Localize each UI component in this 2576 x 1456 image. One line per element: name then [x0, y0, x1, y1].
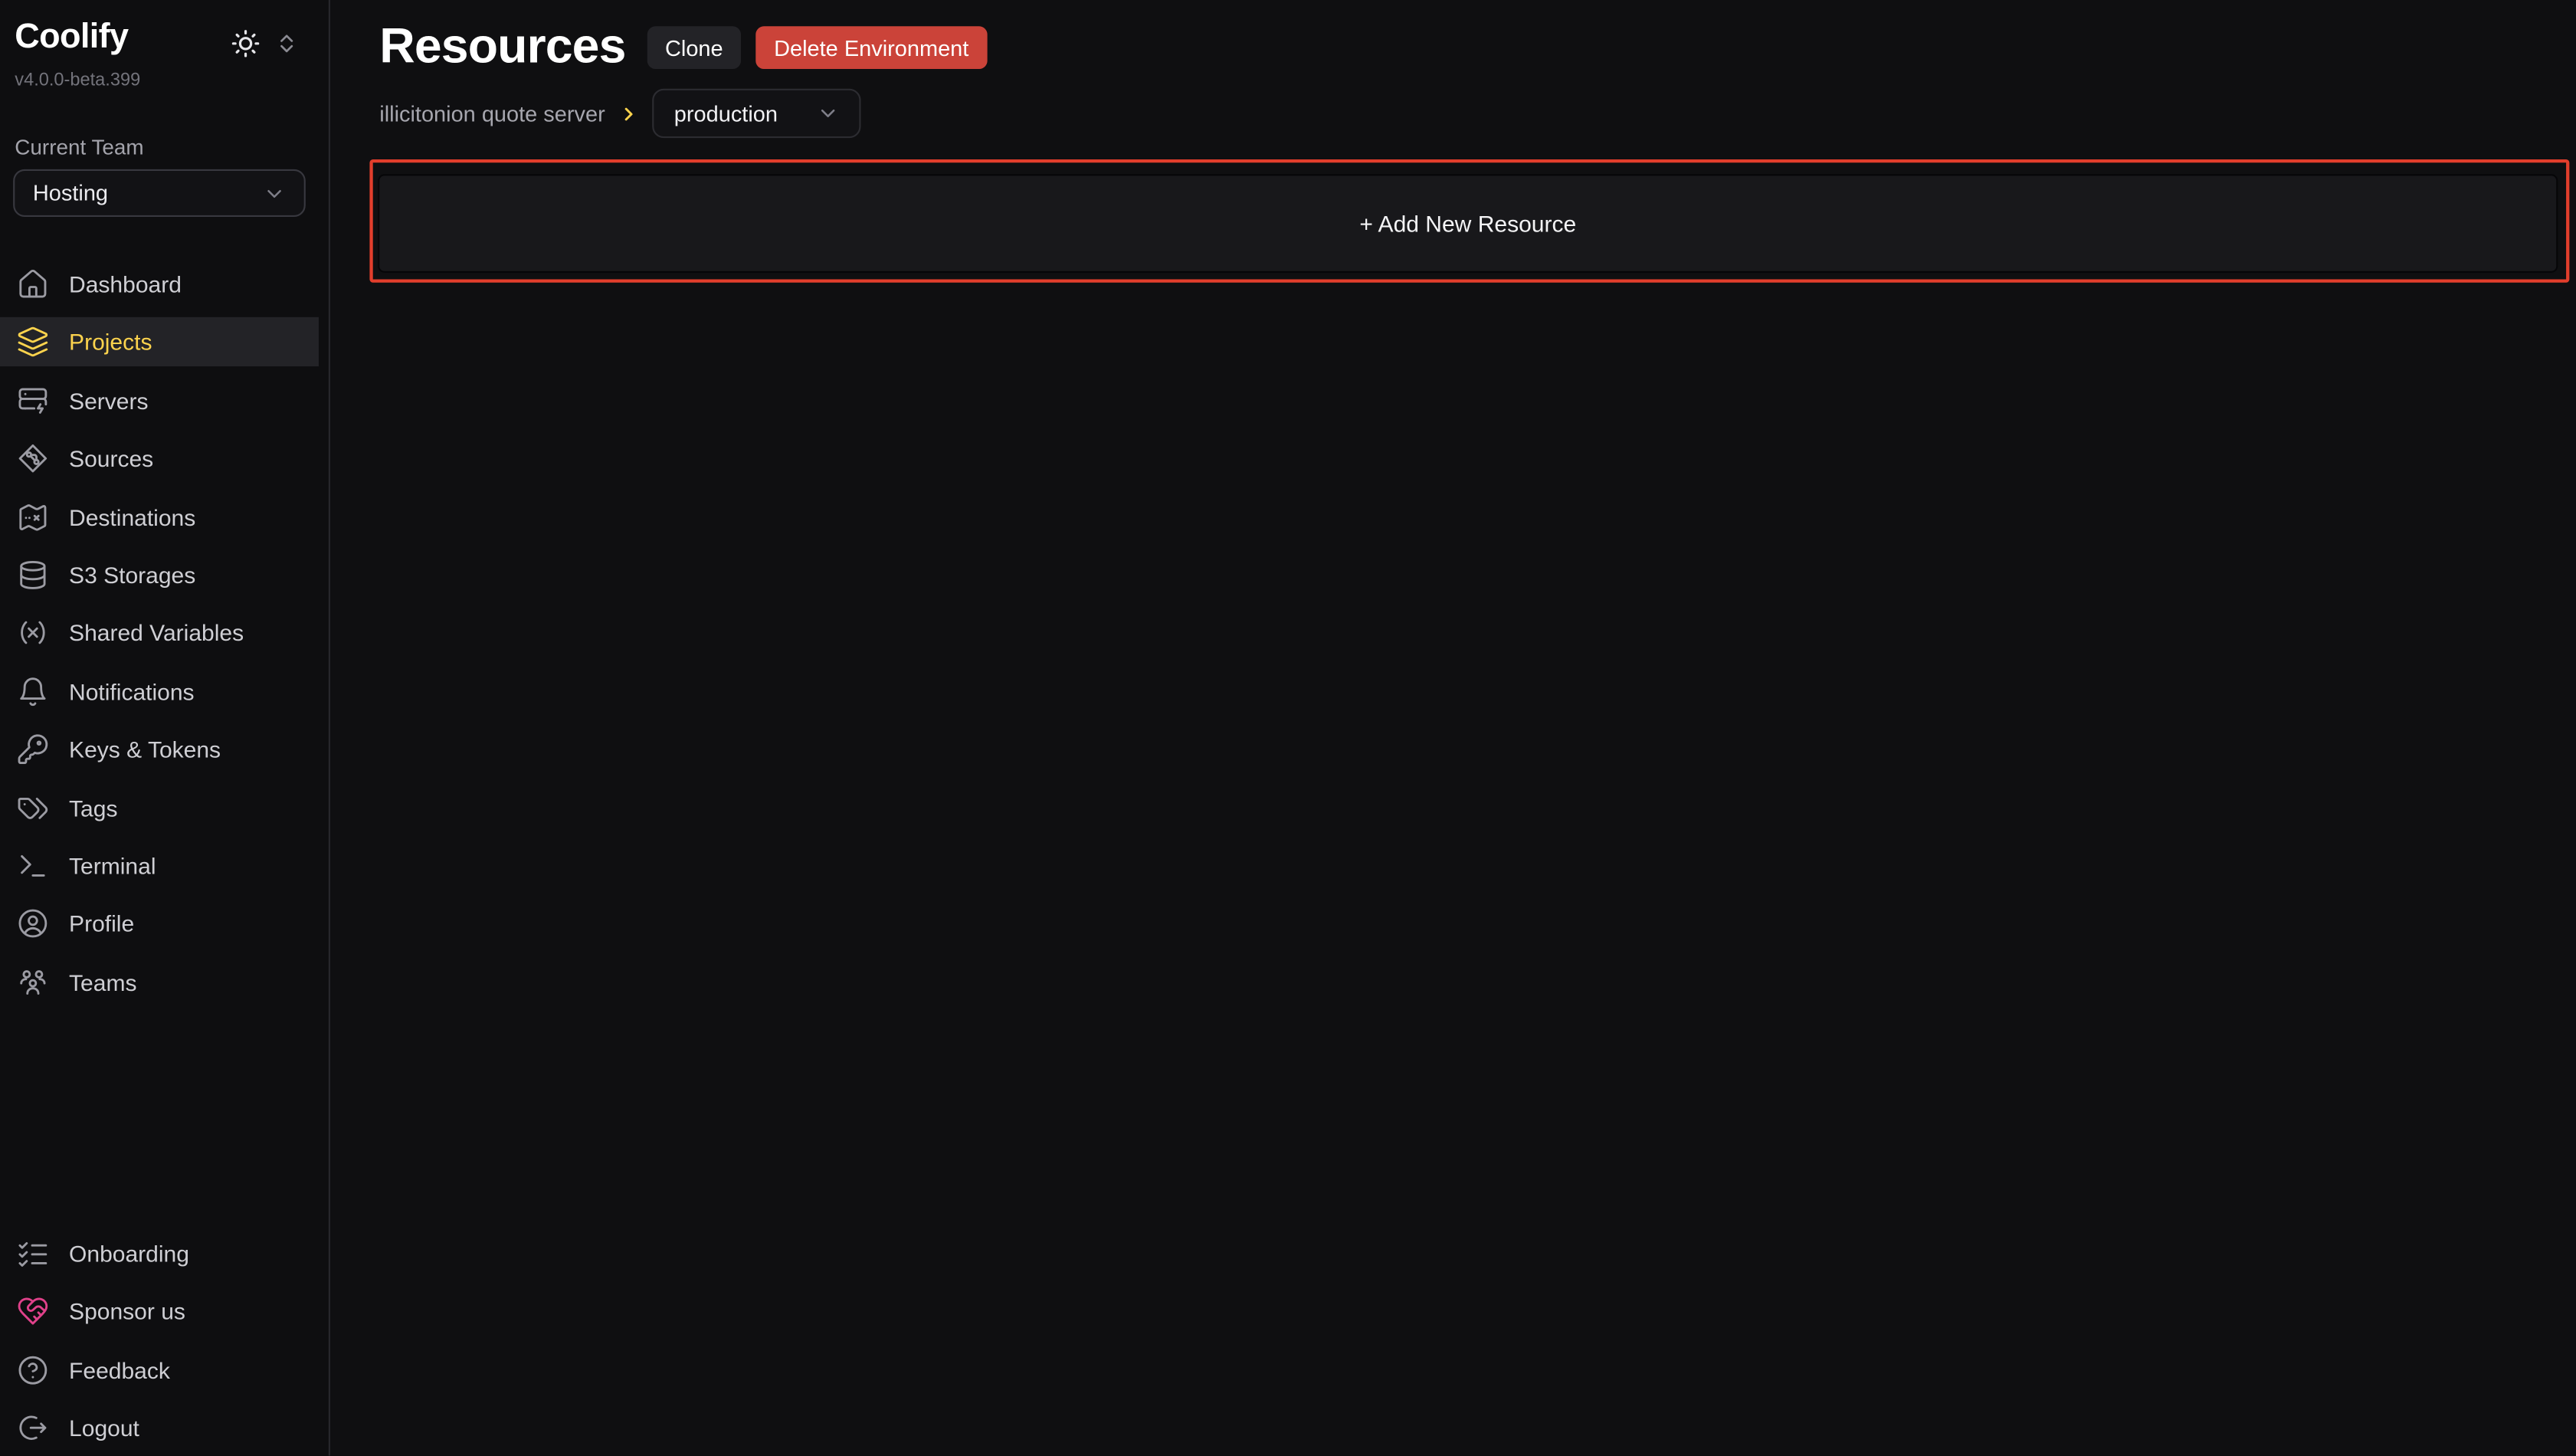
sidebar-item-projects[interactable]: Projects	[0, 318, 319, 367]
chevron-down-icon	[817, 102, 840, 125]
logout-icon	[16, 1412, 49, 1445]
sidebar-item-label: S3 Storages	[69, 562, 195, 588]
sidebar-item-dashboard[interactable]: Dashboard	[0, 260, 319, 309]
sidebar-footer-nav: Onboarding Sponsor us Feedback Logout	[0, 1229, 319, 1456]
sidebar-item-terminal[interactable]: Terminal	[0, 841, 319, 890]
sidebar-item-label: Notifications	[69, 678, 195, 704]
home-icon	[16, 267, 49, 300]
sidebar-item-feedback[interactable]: Feedback	[0, 1346, 319, 1395]
sidebar-item-teams[interactable]: Teams	[0, 957, 319, 1006]
checklist-icon	[16, 1238, 49, 1271]
sidebar-item-s3-storages[interactable]: S3 Storages	[0, 550, 319, 599]
sidebar-item-keys-tokens[interactable]: Keys & Tokens	[0, 725, 319, 774]
sidebar-item-label: Feedback	[69, 1357, 170, 1383]
sidebar-item-sources[interactable]: Sources	[0, 434, 319, 483]
variable-icon	[16, 617, 49, 650]
terminal-icon	[16, 849, 49, 882]
database-icon	[16, 559, 49, 592]
team-select-value: Hosting	[33, 181, 108, 205]
add-new-resource-label: + Add New Resource	[1359, 210, 1576, 236]
sidebar-item-tags[interactable]: Tags	[0, 783, 319, 832]
user-circle-icon	[16, 907, 49, 940]
breadcrumb: illicitonion quote server production	[379, 89, 861, 138]
app-logo[interactable]: Coolify	[15, 18, 128, 57]
sidebar-item-label: Tags	[69, 795, 117, 821]
sidebar-item-shared-variables[interactable]: Shared Variables	[0, 608, 319, 657]
sidebar-item-notifications[interactable]: Notifications	[0, 667, 319, 716]
bell-icon	[16, 675, 49, 708]
clone-button[interactable]: Clone	[647, 26, 741, 69]
sidebar-item-label: Profile	[69, 910, 134, 936]
environment-select-value: production	[674, 101, 778, 126]
sidebar-item-label: Terminal	[69, 853, 156, 879]
breadcrumb-project-link[interactable]: illicitonion quote server	[379, 101, 605, 126]
sidebar-item-logout[interactable]: Logout	[0, 1403, 319, 1452]
app-version: v4.0.0-beta.399	[15, 71, 140, 90]
sidebar-item-label: Onboarding	[69, 1241, 189, 1267]
page-title: Resources	[379, 21, 625, 74]
sidebar-item-onboarding[interactable]: Onboarding	[0, 1229, 319, 1278]
tags-icon	[16, 791, 49, 824]
sidebar-item-label: Logout	[69, 1415, 139, 1441]
chevron-down-icon	[263, 182, 286, 205]
sidebar-item-destinations[interactable]: Destinations	[0, 492, 319, 541]
add-new-resource-button[interactable]: + Add New Resource	[378, 174, 2558, 273]
layers-icon	[16, 326, 49, 359]
sidebar-item-label: Sources	[69, 445, 153, 471]
heart-handshake-icon	[16, 1295, 49, 1328]
sidebar-item-label: Sponsor us	[69, 1299, 185, 1325]
map-icon	[16, 500, 49, 533]
delete-environment-button[interactable]: Delete Environment	[756, 26, 987, 69]
sidebar: Coolify v4.0.0-beta.399 Current Team Hos…	[0, 0, 330, 1456]
sidebar-item-label: Dashboard	[69, 271, 182, 297]
sidebar-item-label: Keys & Tokens	[69, 736, 221, 762]
sidebar-item-label: Teams	[69, 969, 136, 995]
chevrons-up-down-icon[interactable]	[274, 31, 299, 56]
key-icon	[16, 733, 49, 766]
team-select[interactable]: Hosting	[13, 169, 306, 217]
chevron-right-icon	[620, 104, 638, 123]
git-branch-icon	[16, 442, 49, 475]
users-icon	[16, 966, 49, 999]
current-team-label: Current Team	[15, 135, 143, 159]
environment-select[interactable]: production	[653, 89, 861, 138]
sidebar-item-label: Destinations	[69, 503, 195, 530]
sidebar-item-label: Projects	[69, 330, 152, 356]
sidebar-nav: Dashboard Projects Servers Sources Desti…	[0, 260, 319, 1015]
sidebar-item-sponsor-us[interactable]: Sponsor us	[0, 1287, 319, 1336]
page-header: Resources Clone Delete Environment	[379, 21, 987, 74]
app-window: Coolify v4.0.0-beta.399 Current Team Hos…	[0, 0, 2576, 1456]
sidebar-item-profile[interactable]: Profile	[0, 899, 319, 948]
sidebar-item-label: Servers	[69, 388, 148, 414]
sidebar-item-servers[interactable]: Servers	[0, 376, 319, 425]
help-circle-icon	[16, 1353, 49, 1386]
sidebar-item-label: Shared Variables	[69, 620, 244, 646]
theme-sun-icon[interactable]	[230, 28, 261, 59]
server-icon	[16, 384, 49, 417]
